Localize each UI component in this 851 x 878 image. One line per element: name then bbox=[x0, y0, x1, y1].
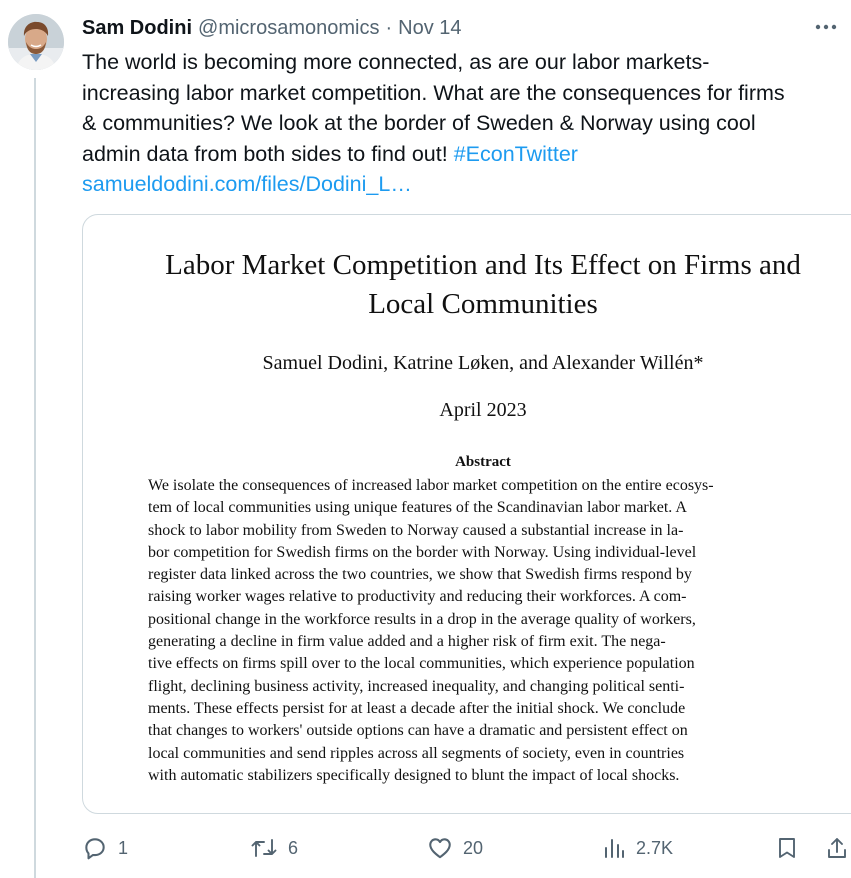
abstract-line: tem of local communities using unique fe… bbox=[148, 499, 687, 517]
abstract-line: bor competition for Swedish firms on the… bbox=[148, 543, 697, 561]
separator-dot: · bbox=[385, 16, 393, 39]
avatar[interactable] bbox=[8, 14, 64, 70]
abstract-line: that changes to workers' outside options… bbox=[148, 722, 688, 740]
hashtag-link[interactable]: #EconTwitter bbox=[454, 142, 578, 166]
paper-date: April 2023 bbox=[439, 399, 527, 421]
abstract-line: shock to labor mobility from Sweden to N… bbox=[148, 521, 684, 539]
share-button[interactable] bbox=[826, 832, 848, 864]
tweet-text-line: The world is becoming more connected, as… bbox=[82, 50, 710, 74]
like-count: 20 bbox=[463, 837, 484, 858]
tweet-text-segment: admin data from both sides to find out! bbox=[82, 141, 454, 166]
more-options-button[interactable] bbox=[809, 12, 843, 42]
abstract-line: We isolate the consequences of increased… bbox=[148, 477, 714, 494]
more-icon bbox=[815, 24, 837, 30]
paper-authors: Samuel Dodini, Katrine Løken, and Alexan… bbox=[262, 352, 704, 374]
like-button[interactable]: 20 bbox=[427, 832, 483, 864]
share-icon bbox=[828, 838, 846, 858]
thread-line bbox=[34, 78, 36, 878]
abstract-line: with automatic stabilizers specifically … bbox=[148, 766, 680, 784]
abstract-body: We isolate the consequences of increased… bbox=[148, 475, 818, 787]
like-icon bbox=[429, 838, 451, 859]
abstract-line: ments. These effects persist for at leas… bbox=[148, 699, 686, 717]
reply-button[interactable]: 1 bbox=[82, 832, 128, 864]
tweet-header: Sam Dodini @microsamonomics · Nov 14 bbox=[82, 14, 462, 42]
retweet-count: 6 bbox=[288, 837, 299, 858]
media-image[interactable]: Labor Market Competition and Its Effect … bbox=[82, 214, 851, 814]
view-count: 2.7K bbox=[636, 837, 674, 858]
paper-title-line-1: Labor Market Competition and Its Effect … bbox=[165, 249, 801, 281]
abstract-line: raising worker wages relative to product… bbox=[148, 588, 687, 606]
abstract-line: tive effects on firms spill over to the … bbox=[148, 655, 695, 673]
author-name[interactable]: Sam Dodini bbox=[82, 17, 192, 40]
tweet-text-line: admin data from both sides to find out! … bbox=[82, 139, 847, 170]
tweet-text: The world is becoming more connected, as… bbox=[82, 47, 847, 200]
tweet-text-line: & communities? We look at the border of … bbox=[82, 111, 756, 135]
abstract-line: positional change in the workforce resul… bbox=[148, 610, 696, 628]
retweet-button[interactable]: 6 bbox=[250, 832, 298, 864]
external-link[interactable]: samueldodini.com/files/Dodini_L… bbox=[82, 169, 847, 200]
action-bar: 1 6 20 2.7K bbox=[82, 832, 851, 864]
author-handle[interactable]: @microsamonomics bbox=[198, 17, 379, 40]
avatar-image bbox=[8, 14, 64, 70]
abstract-heading: Abstract bbox=[455, 454, 511, 470]
views-icon bbox=[605, 839, 624, 858]
bookmark-icon bbox=[779, 838, 795, 858]
abstract-line: flight, declining business activity, inc… bbox=[148, 677, 685, 695]
tweet-date[interactable]: Nov 14 bbox=[398, 17, 461, 40]
reply-count: 1 bbox=[118, 837, 129, 858]
tweet-text-line: increasing labor market competition. Wha… bbox=[82, 80, 785, 105]
paper-title-line-2: Local Communities bbox=[368, 288, 598, 320]
abstract-line: register data linked across the two coun… bbox=[148, 566, 692, 584]
retweet-icon bbox=[251, 839, 277, 857]
bookmark-button[interactable] bbox=[776, 832, 798, 864]
abstract-line: generating a decline in firm value added… bbox=[148, 633, 666, 651]
reply-icon bbox=[85, 838, 105, 860]
views-button[interactable]: 2.7K bbox=[602, 832, 673, 864]
abstract-line: local communities and send ripples acros… bbox=[148, 744, 685, 762]
